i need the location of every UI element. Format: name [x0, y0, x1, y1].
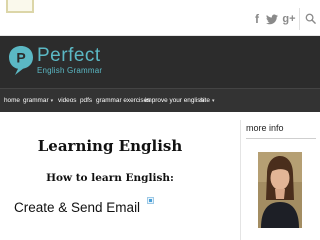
author-photo: [258, 152, 302, 228]
nav-item-grammar[interactable]: grammar ▾: [23, 89, 53, 113]
site-header: P Perfect English Grammar: [0, 36, 320, 88]
google-plus-icon[interactable]: g+: [282, 12, 296, 26]
top-bar: f g+: [0, 0, 320, 36]
nav-label: site: [200, 97, 210, 104]
nav-item-site[interactable]: site ▾: [200, 89, 214, 113]
sidebar-divider: [240, 120, 241, 240]
nav-item-grammar-exercises[interactable]: grammar exercises: [96, 89, 150, 113]
facebook-icon[interactable]: f: [250, 12, 264, 26]
chevron-down-icon: ▾: [50, 98, 54, 104]
nav-label: pdfs: [80, 97, 93, 104]
nav-label: grammar exercises: [96, 97, 151, 104]
page-subtitle: How to learn English:: [46, 172, 174, 184]
nav-label: grammar: [23, 97, 49, 104]
twitter-icon[interactable]: [265, 12, 279, 26]
nav-label: videos: [58, 97, 77, 104]
svg-text:P: P: [16, 50, 25, 66]
image-thumbnail: [6, 0, 34, 13]
sidebar-title: more info: [246, 123, 284, 133]
search-icon[interactable]: [305, 13, 316, 24]
logo-subtitle: English Grammar: [37, 66, 103, 75]
ad-choices-icon[interactable]: [147, 197, 154, 204]
nav-item-videos[interactable]: videos: [58, 89, 76, 113]
nav-item-pdfs[interactable]: pdfs: [80, 89, 92, 113]
sidebar-rule: [246, 138, 316, 139]
ad-link[interactable]: Create & Send Email: [14, 199, 140, 217]
page-title: Learning English: [37, 137, 183, 155]
nav-item-improve-your-english[interactable]: improve your english: [145, 89, 204, 113]
nav-label: improve your english: [145, 97, 204, 104]
top-bar-divider: [299, 8, 300, 30]
logo-title[interactable]: Perfect: [37, 46, 101, 66]
nav-item-home[interactable]: home: [4, 89, 20, 113]
nav-label: home: [4, 97, 20, 104]
main-navigation: home grammar ▾ videos pdfs grammar exerci…: [0, 88, 320, 112]
logo-badge-icon[interactable]: P: [8, 45, 34, 76]
chevron-down-icon: ▾: [211, 98, 215, 104]
